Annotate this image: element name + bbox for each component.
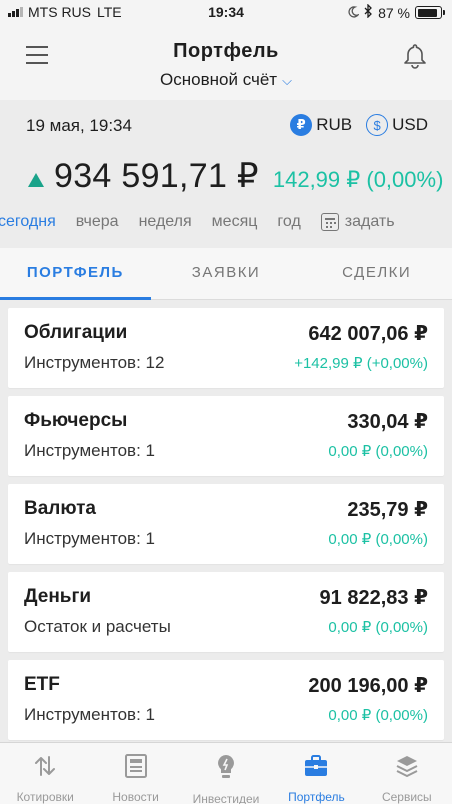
account-name: Основной счёт — [160, 70, 278, 89]
currency-switch: ₽ RUB $ USD — [290, 114, 428, 136]
currency-usd-label: USD — [392, 115, 428, 134]
nav-services[interactable]: Сервисы — [362, 743, 452, 804]
arrows-updown-icon — [31, 753, 59, 779]
summary-date: 19 мая, 19:34 — [26, 116, 132, 135]
holding-change: 0,00 ₽ (0,00%) — [328, 443, 428, 460]
tab-deals[interactable]: СДЕЛКИ — [301, 248, 452, 299]
page-title: Портфель — [173, 40, 279, 62]
lightbulb-icon — [212, 753, 240, 781]
holding-value: 200 196,00 ₽ — [308, 675, 428, 697]
ruble-icon: ₽ — [290, 114, 313, 136]
nav-label: Сервисы — [381, 790, 432, 804]
battery-percent: 87 % — [378, 4, 410, 21]
holding-subtitle: Инструментов: 1 — [24, 705, 155, 724]
holding-card-currency[interactable]: Валюта Инструментов: 1 235,79 ₽ 0,00 ₽ (… — [8, 484, 444, 564]
bottom-nav: Котировки Новости Инвестидеи Портфель Се… — [0, 742, 452, 804]
battery-level — [417, 8, 437, 17]
portfolio-tabs: ПОРТФЕЛЬ ЗАЯВКИ СДЕЛКИ — [0, 248, 452, 300]
holding-name: Облигации — [24, 322, 128, 343]
newspaper-icon — [122, 753, 150, 779]
holding-card-cash[interactable]: Деньги Остаток и расчеты 91 822,83 ₽ 0,0… — [8, 572, 444, 652]
nav-news[interactable]: Новости — [90, 743, 180, 804]
holding-name: Деньги — [24, 586, 92, 607]
period-today[interactable]: сегодня — [0, 213, 56, 231]
total-row: 934 591,71 ₽ 142,99 ₽ (0,00%) — [28, 156, 443, 196]
currency-rub-label: RUB — [316, 115, 353, 134]
nav-label: Портфель — [288, 790, 345, 804]
holding-value: 642 007,06 ₽ — [308, 323, 428, 345]
nav-quotes[interactable]: Котировки — [0, 743, 90, 804]
nav-label: Новости — [112, 790, 159, 804]
app-header: Портфель Основной счёт ⌵ — [0, 26, 452, 100]
holding-change: +142,99 ₽ (+0,00%) — [294, 355, 428, 372]
holding-name: ETF — [24, 674, 60, 695]
holding-value: 235,79 ₽ — [347, 499, 428, 521]
status-bar: MTS RUS LTE 19:34 87 % — [0, 0, 452, 26]
layers-icon — [393, 753, 421, 779]
chevron-down-icon: ⌵ — [282, 73, 292, 88]
bell-icon[interactable] — [402, 42, 428, 70]
battery-icon — [415, 6, 445, 19]
nav-portfolio[interactable]: Портфель — [271, 743, 361, 804]
period-custom-label: задать — [344, 213, 395, 230]
period-custom[interactable]: задать — [320, 213, 395, 231]
period-yesterday[interactable]: вчера — [76, 213, 119, 231]
status-right: 87 % — [347, 3, 445, 21]
currency-rub-option[interactable]: ₽ RUB — [290, 114, 352, 136]
total-change: 142,99 ₽ (0,00%) — [272, 167, 444, 192]
holding-name: Фьючерсы — [24, 410, 128, 431]
bluetooth-icon — [364, 3, 373, 21]
period-week[interactable]: неделя — [139, 213, 192, 231]
holding-card-bonds[interactable]: Облигации Инструментов: 12 642 007,06 ₽ … — [8, 308, 444, 388]
holding-subtitle: Остаток и расчеты — [24, 617, 171, 636]
moon-icon — [347, 5, 361, 21]
period-month[interactable]: месяц — [212, 213, 258, 231]
briefcase-icon — [302, 753, 330, 779]
holding-card-futures[interactable]: Фьючерсы Инструментов: 1 330,04 ₽ 0,00 ₽… — [8, 396, 444, 476]
holding-name: Валюта — [24, 498, 96, 519]
period-selector: сегодня вчера неделя месяц год задать — [0, 210, 452, 234]
total-value: 934 591,71 ₽ — [54, 157, 259, 195]
dollar-icon: $ — [366, 114, 389, 136]
nav-ideas[interactable]: Инвестидеи — [181, 743, 271, 804]
holding-subtitle: Инструментов: 1 — [24, 529, 155, 548]
holding-value: 330,04 ₽ — [347, 411, 428, 433]
holding-card-etf[interactable]: ETF Инструментов: 1 200 196,00 ₽ 0,00 ₽ … — [8, 660, 444, 740]
holding-subtitle: Инструментов: 1 — [24, 441, 155, 460]
calendar-icon — [320, 213, 339, 231]
currency-usd-option[interactable]: $ USD — [366, 114, 428, 136]
holdings-list: Облигации Инструментов: 12 642 007,06 ₽ … — [8, 308, 444, 748]
holding-subtitle: Инструментов: 12 — [24, 353, 165, 372]
holding-change: 0,00 ₽ (0,00%) — [328, 619, 428, 636]
trend-up-icon — [28, 173, 44, 187]
holding-change: 0,00 ₽ (0,00%) — [328, 707, 428, 724]
tab-orders[interactable]: ЗАЯВКИ — [151, 248, 302, 299]
nav-label: Инвестидеи — [192, 792, 260, 804]
account-selector[interactable]: Основной счёт ⌵ — [0, 70, 452, 90]
nav-label: Котировки — [16, 790, 74, 804]
holding-value: 91 822,83 ₽ — [319, 587, 428, 609]
holding-change: 0,00 ₽ (0,00%) — [328, 531, 428, 548]
period-year[interactable]: год — [277, 213, 300, 231]
tab-portfolio[interactable]: ПОРТФЕЛЬ — [0, 248, 151, 300]
portfolio-summary: 19 мая, 19:34 ₽ RUB $ USD 934 591,71 ₽ 1… — [0, 100, 452, 248]
